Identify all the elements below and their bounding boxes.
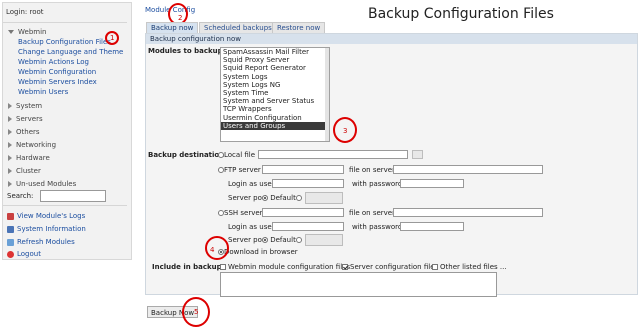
ssh-login-input[interactable] [272,222,344,231]
ssh-login-label: Login as user [228,223,275,231]
modules-listbox[interactable]: SpamAssassin Mail Filter Squid Proxy Ser… [220,47,330,142]
sidebar-cat-system[interactable]: System [8,102,42,110]
logout-icon [7,250,14,258]
collapsed-icon [8,129,12,135]
radio-icon [262,237,268,243]
sidebar-link-actions-log[interactable]: Webmin Actions Log [18,58,89,66]
collapsed-icon [8,181,12,187]
login-label: Login: root [6,8,44,16]
ssh-file-input[interactable] [393,208,543,217]
ftp-login-input[interactable] [272,179,344,188]
module-option-selected[interactable]: Users and Groups [221,121,329,130]
collapsed-icon [8,116,12,122]
sidebar-divider [3,205,127,206]
local-file-radio[interactable]: Local file [218,151,255,159]
ssh-password-input[interactable] [400,222,464,231]
annotation-circle-4 [205,236,229,260]
annotation-label-5: 5 [194,308,199,316]
page-title: Backup Configuration Files [368,6,554,22]
ftp-port-custom-radio[interactable] [296,194,302,202]
ftp-server-input[interactable] [262,165,344,174]
annotation-label-1: 1 [110,34,115,42]
local-file-input[interactable] [258,150,408,159]
module-option[interactable]: System and Server Status [221,97,329,105]
include-server-config[interactable]: Server configuration files [342,263,438,271]
ftp-password-input[interactable] [400,179,464,188]
module-option[interactable]: TCP Wrappers [221,105,329,113]
sidebar-link-servers-index[interactable]: Webmin Servers Index [18,78,97,86]
view-logs-link[interactable]: View Module's Logs [7,212,85,220]
expand-icon [8,30,14,34]
ftp-file-label: file on server [349,166,395,174]
ssh-server-input[interactable] [262,208,344,217]
module-option[interactable]: System Logs NG [221,81,329,89]
collapsed-icon [8,142,12,148]
annotation-label-2: 2 [178,14,183,22]
collapsed-icon [8,155,12,161]
include-webmin-config[interactable]: Webmin module configuration files [220,263,350,271]
module-option[interactable]: Squid Report Generator [221,64,329,72]
ssh-port-custom-radio[interactable] [296,236,302,244]
module-option[interactable]: System Time [221,89,329,97]
module-option[interactable]: Squid Proxy Server [221,56,329,64]
module-option[interactable]: Usermin Configuration [221,114,329,122]
include-other-files[interactable]: Other listed files ... [432,263,507,271]
ssh-port-input[interactable] [305,234,343,246]
sidebar-cat-others[interactable]: Others [8,128,40,136]
sidebar-cat-servers[interactable]: Servers [8,115,43,123]
panel-heading: Backup configuration now [146,34,637,44]
refresh-icon [7,238,14,246]
collapsed-icon [8,103,12,109]
ssh-port-default-radio[interactable]: Default [262,236,296,244]
sidebar-link-backup[interactable]: Backup Configuration Files [18,38,111,46]
sidebar-link-webmin-config[interactable]: Webmin Configuration [18,68,96,76]
radio-icon [296,195,302,201]
info-icon [7,225,14,233]
ftp-port-input[interactable] [305,192,343,204]
collapsed-icon [8,168,12,174]
sidebar-cat-unused[interactable]: Un-used Modules [8,180,76,188]
modules-label: Modules to backup [148,47,223,55]
ftp-file-input[interactable] [393,165,543,174]
sidebar-cat-hardware[interactable]: Hardware [8,154,50,162]
destination-label: Backup destination [148,151,225,159]
include-label: Include in backup [152,263,222,271]
listbox-scrollbar[interactable] [325,48,329,141]
sidebar-cat-cluster[interactable]: Cluster [8,167,41,175]
module-option[interactable]: SpamAssassin Mail Filter [221,48,329,56]
checkbox-icon [220,264,226,270]
ftp-port-default-radio[interactable]: Default [262,194,296,202]
ssh-server-radio[interactable]: SSH server [218,209,263,217]
system-info-link[interactable]: System Information [7,225,86,233]
annotation-label-4: 4 [210,246,215,254]
ssh-password-label: with password [352,223,403,231]
search-input[interactable] [40,190,106,202]
sidebar-cat-networking[interactable]: Networking [8,141,56,149]
annotation-label-3: 3 [343,127,348,135]
download-browser-radio[interactable]: Download in browser [218,248,298,256]
file-chooser-button[interactable] [412,150,423,159]
radio-icon [296,237,302,243]
sidebar-link-language[interactable]: Change Language and Theme [18,48,123,56]
module-option[interactable]: System Logs [221,73,329,81]
logout-link[interactable]: Logout [7,250,41,258]
search-label: Search: [7,192,34,200]
sidebar-divider [3,22,127,23]
sidebar-link-webmin-users[interactable]: Webmin Users [18,88,68,96]
ssh-file-label: file on server [349,209,395,217]
ftp-server-radio[interactable]: FTP server [218,166,261,174]
radio-icon [262,195,268,201]
checkbox-icon [432,264,438,270]
checkbox-checked-icon [342,264,348,270]
ftp-login-label: Login as user [228,180,275,188]
ftp-password-label: with password [352,180,403,188]
refresh-modules-link[interactable]: Refresh Modules [7,238,75,246]
sidebar-group-webmin[interactable]: Webmin [8,28,46,36]
other-files-textarea[interactable] [220,272,497,297]
logs-icon [7,212,14,220]
